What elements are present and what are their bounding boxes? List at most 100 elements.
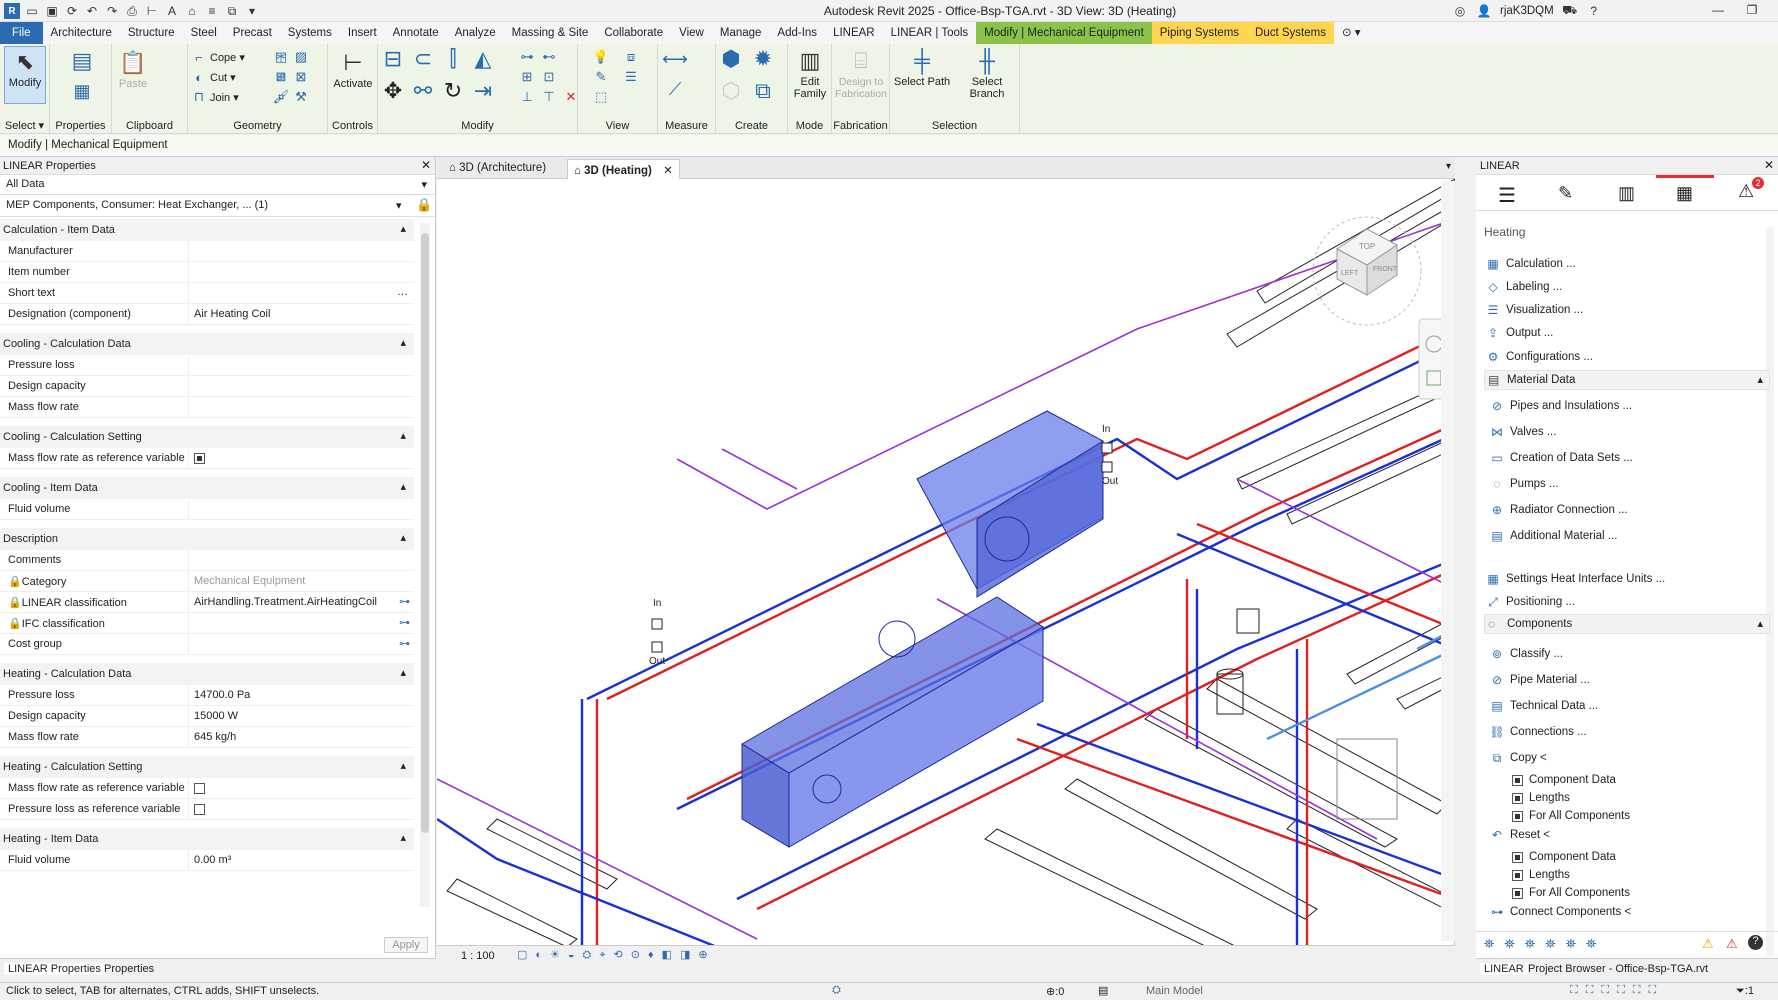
mirror-line-icon[interactable]: ◭ xyxy=(474,46,492,71)
close-tab-icon[interactable]: ✕ xyxy=(663,165,673,177)
property-row[interactable]: Fluid volume xyxy=(0,499,414,520)
dimension-icon[interactable]: ⟋ xyxy=(666,79,684,99)
checkbox[interactable] xyxy=(1512,869,1523,881)
close-icon[interactable]: ✕ xyxy=(1764,158,1774,172)
activate-button[interactable]: ⊢ Activate xyxy=(332,48,374,90)
property-row[interactable]: Pressure loss 14700.0 Pa xyxy=(0,685,414,706)
cut-button[interactable]: Cut ▾ xyxy=(210,71,236,84)
filter-icon[interactable]: ⏷:1 xyxy=(1736,985,1754,998)
switch-windows-icon[interactable]: ⧉ xyxy=(224,3,240,19)
collapse-icon[interactable]: ▴ xyxy=(400,531,406,544)
linework-icon[interactable]: ✎ xyxy=(592,68,610,86)
tab-manage[interactable]: Manage xyxy=(712,22,770,44)
command-classify[interactable]: ⊚ Classify ... xyxy=(1490,647,1563,661)
hide-icon[interactable]: 💡 xyxy=(592,48,610,66)
air-handling-unit[interactable] xyxy=(741,410,1104,848)
create-similar-icon[interactable]: ⧉ xyxy=(754,78,772,103)
filter-dropdown[interactable]: All Data ▾ xyxy=(0,175,435,195)
sync-icon[interactable]: ⟳ xyxy=(64,3,80,19)
warning-small-icon[interactable]: ⚠ xyxy=(1702,936,1714,952)
type-selector[interactable]: MEP Components, Consumer: Heat Exchanger… xyxy=(0,195,435,217)
property-row[interactable]: Mass flow rate 645 kg/h xyxy=(0,727,414,748)
reset-toggle[interactable]: ↶ Reset < xyxy=(1490,828,1550,842)
select-branch-button[interactable]: ╫ Select Branch xyxy=(954,46,1020,100)
property-row[interactable]: Design capacity xyxy=(0,376,414,397)
connect-components-toggle[interactable]: ⊶ Connect Components < xyxy=(1490,905,1631,919)
property-row[interactable]: Short text… xyxy=(0,283,414,304)
command-positioning[interactable]: ⤢ Positioning ... xyxy=(1486,595,1575,609)
print-icon[interactable]: ⎙ xyxy=(124,3,140,19)
tab-properties[interactable]: Properties xyxy=(104,963,154,975)
worksharing-icon[interactable]: ⛭ xyxy=(832,984,841,997)
collapse-icon[interactable]: ▴ xyxy=(1757,617,1763,630)
tree-icon[interactable]: ⊶ xyxy=(399,637,410,650)
apply-button[interactable]: Apply xyxy=(384,937,428,953)
tab-precast[interactable]: Precast xyxy=(225,22,280,44)
graphics-icon[interactable]: ☰ xyxy=(622,68,640,86)
lock-icon[interactable]: 🔒 xyxy=(416,197,432,213)
text-icon[interactable]: A xyxy=(164,3,180,19)
customize-qat-icon[interactable]: ▾ xyxy=(244,3,260,19)
command-technical-data[interactable]: ▤ Technical Data ... xyxy=(1490,699,1598,713)
modify-button[interactable]: ⬉ Modify xyxy=(4,46,46,104)
edit-icon[interactable]: ✎ xyxy=(1558,183,1573,204)
checkbox[interactable] xyxy=(1512,792,1523,804)
collapse-icon[interactable]: ▴ xyxy=(400,480,406,493)
checkbox[interactable] xyxy=(194,804,205,815)
reset-option[interactable]: Component Data xyxy=(1512,851,1616,863)
offset-icon[interactable]: ⊂ xyxy=(414,46,432,71)
split-gap-icon[interactable]: ⊷ xyxy=(540,48,558,66)
collapse-icon[interactable]: ▴ xyxy=(400,831,406,844)
view-scale[interactable]: 1 : 100 xyxy=(461,950,495,962)
measure-distance-icon[interactable]: ⟷ xyxy=(662,49,688,69)
tree-icon[interactable]: ⊶ xyxy=(399,595,410,608)
property-row[interactable]: Pressure loss xyxy=(0,355,414,376)
properties-scrollbar[interactable] xyxy=(420,223,430,907)
property-value[interactable]: 0.00 m³ xyxy=(194,854,231,866)
split-icon[interactable]: ⊶ xyxy=(518,48,536,66)
viewport-scrollbar[interactable] xyxy=(1441,181,1455,941)
selection-count-icon[interactable]: ⊕:0 xyxy=(1046,985,1064,998)
command-configurations[interactable]: ⚙ Configurations ... xyxy=(1486,350,1593,364)
checkbox[interactable] xyxy=(194,453,205,464)
select-box-icon[interactable]: ⬚ xyxy=(592,88,610,106)
measure-icon[interactable]: ⊢ xyxy=(144,3,160,19)
tab-collaborate[interactable]: Collaborate xyxy=(596,22,671,44)
hammer-icon[interactable]: ⚒ xyxy=(292,88,310,106)
command-data-sets[interactable]: ▭ Creation of Data Sets ... xyxy=(1490,451,1632,465)
tab-menu-icon[interactable]: ▾ xyxy=(1446,161,1451,172)
tab-modify-mechanical-equipment[interactable]: Modify | Mechanical Equipment xyxy=(976,22,1152,44)
command-visualization[interactable]: ☰ Visualization ... xyxy=(1486,303,1584,317)
property-value[interactable]: Mechanical Equipment xyxy=(194,575,305,587)
create-group-icon[interactable]: ⬢ xyxy=(721,46,740,71)
command-additional-material[interactable]: ▤ Additional Material ... xyxy=(1490,529,1617,543)
property-row[interactable]: Designation (component) Air Heating Coil xyxy=(0,304,414,325)
property-group[interactable]: Cooling - Calculation Data ▴ xyxy=(0,333,414,355)
select-path-button[interactable]: ╪ Select Path xyxy=(892,46,952,88)
tree-icon[interactable]: ⊶ xyxy=(399,616,410,629)
checkbox[interactable] xyxy=(194,783,205,794)
trim-extend-icon[interactable]: ⇥ xyxy=(474,78,492,103)
command-settings-hiu[interactable]: ▦ Settings Heat Interface Units ... xyxy=(1486,572,1665,586)
ribbon-options-icon[interactable]: ⊙ ▾ xyxy=(1334,22,1369,44)
tab-systems[interactable]: Systems xyxy=(280,22,340,44)
help-icon[interactable]: ? xyxy=(1586,3,1602,19)
thin-lines-icon[interactable]: ≡ xyxy=(204,3,220,19)
demolish-icon[interactable]: ⊠ xyxy=(292,68,310,86)
cope-icon[interactable]: ⌐ xyxy=(190,48,208,66)
tab-project-browser[interactable]: Project Browser - Office-Bsp-TGA.rvt xyxy=(1528,963,1708,975)
property-value[interactable]: 14700.0 Pa xyxy=(194,689,250,701)
copy-option[interactable]: For All Components xyxy=(1512,810,1630,822)
help-icon[interactable]: ? xyxy=(1748,935,1763,950)
align-icon[interactable]: ⊟ xyxy=(384,46,402,71)
property-value[interactable]: AirHandling.Treatment.AirHeatingCoil xyxy=(194,596,377,608)
user-icon[interactable]: 👤 xyxy=(1476,3,1492,19)
rotate-icon[interactable]: ↻ xyxy=(444,78,462,103)
tab-linear[interactable]: LINEAR xyxy=(825,22,883,44)
create-assembly-icon[interactable]: ✹ xyxy=(754,46,772,71)
create-parts-icon[interactable]: ⬡ xyxy=(721,78,740,103)
copy-option[interactable]: Component Data xyxy=(1512,774,1616,786)
wall-joins-icon[interactable]: ⊞ xyxy=(272,68,290,86)
property-value[interactable]: 15000 W xyxy=(194,710,238,722)
properties-button[interactable]: ▤ ▦ xyxy=(62,46,102,106)
